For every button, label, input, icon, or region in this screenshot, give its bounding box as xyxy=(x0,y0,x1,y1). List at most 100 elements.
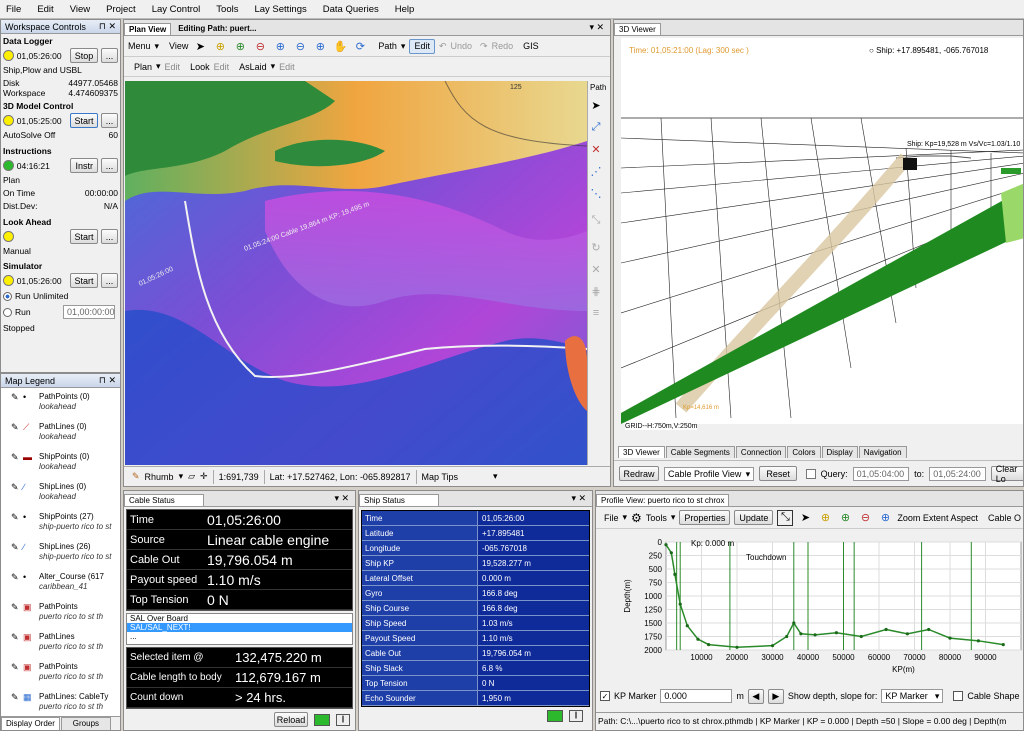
zoom-icon[interactable]: ⊕ xyxy=(212,38,228,54)
autosolve-value[interactable]: 60 xyxy=(109,130,118,140)
play-icon[interactable] xyxy=(547,710,563,722)
pen-icon[interactable]: ✎ xyxy=(11,452,23,482)
redo-button[interactable]: Redo xyxy=(492,41,514,51)
pen-icon[interactable]: ✎ xyxy=(11,482,23,512)
zoom-out-icon[interactable]: ⊖ xyxy=(252,38,268,54)
tab-colors[interactable]: Colors xyxy=(787,446,821,458)
legend-item[interactable]: ✎ ∕ ShipLines (26) ship-puerto rico to st xyxy=(1,542,120,572)
tab-cable-status[interactable]: Cable Status xyxy=(124,494,204,506)
tab-3d-viewer-window[interactable]: 3D Viewer xyxy=(614,23,661,35)
pin-icon[interactable]: ⊓ ✕ xyxy=(99,375,116,386)
look-layer-edit[interactable]: Edit xyxy=(214,62,230,72)
tab-connection[interactable]: Connection xyxy=(735,446,787,458)
play-icon[interactable] xyxy=(314,713,330,726)
pen-icon[interactable]: ✎ xyxy=(11,572,23,602)
pen-icon[interactable]: ✎ xyxy=(11,542,23,572)
plan-layer-menu[interactable]: Plan xyxy=(134,62,152,72)
profile-chart[interactable]: 0 250 500 750 1000 1250 1500 1750 2000 10000 20000… xyxy=(596,530,1024,686)
zoom-extent-icon[interactable]: ⊕ xyxy=(877,510,893,526)
rhumb-pencil-icon[interactable]: ✎ xyxy=(132,471,140,482)
profile-tools-menu[interactable]: Tools xyxy=(646,513,667,523)
split-icon[interactable]: ⋱ xyxy=(588,185,604,201)
profile-file-menu[interactable]: File xyxy=(604,513,619,523)
close-icon[interactable]: ▾ ✕ xyxy=(571,493,586,504)
legend-item[interactable]: ✎ ▣ PathPoints puerto rico to st th xyxy=(1,602,120,632)
menu-help[interactable]: Help xyxy=(395,4,415,15)
legend-item[interactable]: ✎ ▣ PathPoints puerto rico to st th xyxy=(1,662,120,692)
pointer-icon[interactable]: ➤ xyxy=(797,510,813,526)
data-logger-stop-button[interactable]: Stop xyxy=(70,48,98,63)
3d-scene[interactable]: Time: 01,05:21:00 (Lag: 300 sec ) ○ Ship… xyxy=(621,38,1023,430)
run-duration-field[interactable]: 01,00:00:00 xyxy=(63,305,115,319)
close-icon[interactable]: ▾ ✕ xyxy=(589,22,604,33)
properties-button[interactable]: Properties xyxy=(679,510,731,525)
gear-icon[interactable]: ⚙ xyxy=(631,511,642,525)
menu-tools[interactable]: Tools xyxy=(216,4,238,15)
grid-icon[interactable]: ⋕ xyxy=(588,283,604,299)
pointer-icon[interactable]: ➤ xyxy=(192,38,208,54)
menu-lay-control[interactable]: Lay Control xyxy=(152,4,201,15)
zoom-icon[interactable]: ⊕ xyxy=(817,510,833,526)
crosshair-icon[interactable]: ✛ xyxy=(200,471,208,482)
kp-marker-checkbox[interactable]: ✓ xyxy=(600,691,610,701)
pen-icon[interactable]: ✎ xyxy=(11,512,23,542)
eraser-icon[interactable]: ▱ xyxy=(188,471,195,482)
aslaid-layer-menu[interactable]: AsLaid xyxy=(239,62,267,72)
run-unlimited-radio[interactable] xyxy=(3,291,12,301)
pen-icon[interactable]: ✎ xyxy=(11,632,23,662)
pen-icon[interactable]: ✎ xyxy=(11,422,23,452)
simulator-start-button[interactable]: Start xyxy=(70,273,98,288)
pen-icon[interactable]: ✎ xyxy=(11,392,23,422)
menu-file[interactable]: File xyxy=(6,4,21,15)
gis-menu-button[interactable]: GIS xyxy=(523,41,539,51)
resize-icon[interactable]: ⤡ xyxy=(588,212,604,228)
rhumb-selector[interactable]: Rhumb xyxy=(145,472,174,482)
tab-ship-status[interactable]: Ship Status xyxy=(359,494,439,506)
instructions-more-button[interactable]: ... xyxy=(101,158,118,173)
model-more-button[interactable]: ... xyxy=(101,113,118,128)
menu-lay-settings[interactable]: Lay Settings xyxy=(254,4,306,15)
zoom-in-icon[interactable]: ⊕ xyxy=(232,38,248,54)
menu-view[interactable]: View xyxy=(70,4,90,15)
lookahead-start-button[interactable]: Start xyxy=(70,229,98,244)
model-start-button[interactable]: Start xyxy=(70,113,98,128)
tab-groups[interactable]: Groups xyxy=(60,717,111,730)
legend-item[interactable]: ✎ ▣ PathLines puerto rico to st th xyxy=(1,632,120,662)
run-radio[interactable] xyxy=(3,307,12,317)
close-icon[interactable]: ▾ ✕ xyxy=(334,493,349,504)
list-icon[interactable]: ≡ xyxy=(588,305,604,321)
slope-source-select[interactable]: KP Marker ▾ xyxy=(881,689,944,703)
tab-cable-segments[interactable]: Cable Segments xyxy=(665,446,735,458)
next-kp-button[interactable]: ▶ xyxy=(767,688,784,704)
menu-data-queries[interactable]: Data Queries xyxy=(323,4,379,15)
cable-list-item[interactable]: ... xyxy=(127,632,352,641)
zoom-out-icon[interactable]: ⊖ xyxy=(857,510,873,526)
legend-item[interactable]: ✎ • ShipPoints (27) ship-puerto rico to st xyxy=(1,512,120,542)
refresh-icon[interactable]: ⟳ xyxy=(352,38,368,54)
cable-list-item[interactable]: SAL Over Board xyxy=(127,614,352,623)
redraw-button[interactable]: Redraw xyxy=(619,466,659,481)
move-node-icon[interactable]: ⤢ xyxy=(588,119,604,135)
tab-display-order[interactable]: Display Order xyxy=(1,717,60,730)
zoom-extent-aspect-button[interactable]: Zoom Extent Aspect xyxy=(897,513,978,523)
legend-item[interactable]: ✎ • PathPoints (0) lookahead xyxy=(1,392,120,422)
instructions-instr-button[interactable]: Instr xyxy=(70,158,98,173)
bathymetry-map[interactable]: 01,05:24:00 Cable 19,864 m KP: 19,495 m … xyxy=(125,81,587,465)
aslaid-layer-edit[interactable]: Edit xyxy=(279,62,295,72)
pen-icon[interactable]: ✎ xyxy=(11,662,23,692)
view-mode-select[interactable]: Cable Profile View ▾ xyxy=(664,466,755,481)
select-arrow-icon[interactable]: ➤ xyxy=(588,97,604,113)
insert-node-icon[interactable]: ⋰ xyxy=(588,163,604,179)
tab-navigation[interactable]: Navigation xyxy=(858,446,907,458)
cable-list-item-selected[interactable]: SAL/SAL_NEXT! xyxy=(127,623,352,632)
reset-button[interactable]: Reset xyxy=(759,466,798,481)
plan-view-button[interactable]: View xyxy=(169,41,188,51)
query-from-field[interactable]: 01,05:04:00 xyxy=(852,466,910,481)
plan-layer-edit[interactable]: Edit xyxy=(165,62,181,72)
reload-button[interactable]: Reload xyxy=(274,712,308,727)
legend-item[interactable]: ✎ ⟋ PathLines (0) lookahead xyxy=(1,422,120,452)
clear-icon[interactable]: ✕ xyxy=(588,261,604,277)
undo-button[interactable]: Undo xyxy=(451,41,473,51)
cable-shape-checkbox[interactable] xyxy=(953,691,964,701)
pause-icon[interactable]: ∥ xyxy=(569,710,583,722)
